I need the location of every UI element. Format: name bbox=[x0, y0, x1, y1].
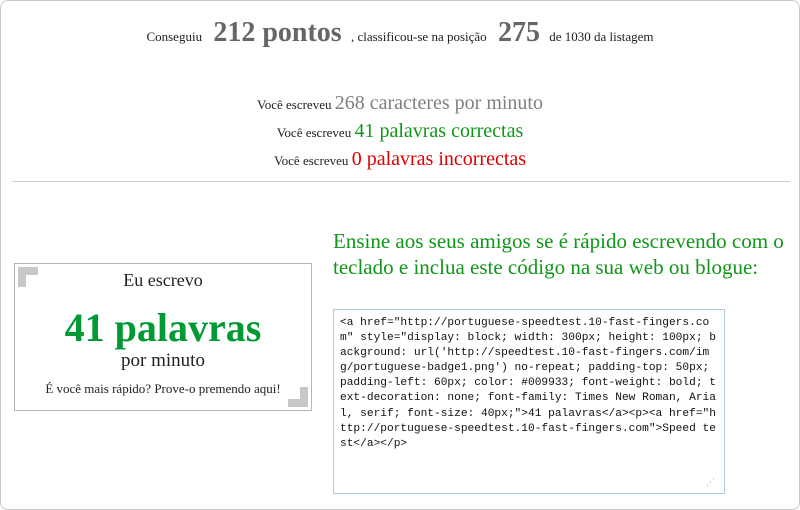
stat-correct-words: Você escreveu 41 palavras correctas bbox=[0, 118, 800, 146]
divider bbox=[12, 181, 790, 182]
incorrect-words: 0 palavras incorrectas bbox=[351, 148, 527, 170]
score-prefix: Conseguiu bbox=[146, 29, 203, 44]
resize-grip-icon[interactable]: ⋰ bbox=[706, 479, 715, 488]
share-instructions: Ensine aos seus amigos se é rápido escre… bbox=[333, 229, 784, 279]
score-middle: , classificou-se na posição bbox=[350, 29, 487, 44]
characters-per-minute: 268 caracteres por minuto bbox=[334, 92, 543, 114]
stat-label: Você escreveu bbox=[276, 125, 352, 140]
score-summary: Conseguiu 212 pontos , classificou-se na… bbox=[0, 14, 800, 56]
stat-incorrect-words: Você escreveu 0 palavras incorrectas bbox=[0, 146, 800, 174]
stat-label: Você escreveu bbox=[273, 153, 349, 168]
speed-badge-link[interactable]: Eu escrevo 41 palavras por minuto É você… bbox=[14, 263, 312, 411]
correct-words: 41 palavras correctas bbox=[354, 120, 524, 142]
badge-line-3: por minuto bbox=[121, 350, 205, 371]
embed-code-textarea[interactable]: <a href="http://portuguese-speedtest.10-… bbox=[333, 309, 725, 494]
badge-line-1: Eu escrevo bbox=[123, 270, 203, 290]
stat-label: Você escreveu bbox=[257, 97, 332, 112]
badge-challenge-text: É você mais rápido? Prove-o premendo aqu… bbox=[45, 381, 281, 396]
rank-value: 275 bbox=[497, 17, 540, 48]
points-value: 212 pontos bbox=[213, 17, 342, 48]
badge-words-value: 41 palavras bbox=[64, 305, 262, 350]
stat-characters: Você escreveu 268 caracteres por minuto bbox=[0, 90, 800, 118]
typing-stats: Você escreveu 268 caracteres por minuto … bbox=[0, 90, 800, 174]
score-suffix: de 1030 da listagem bbox=[549, 29, 654, 44]
